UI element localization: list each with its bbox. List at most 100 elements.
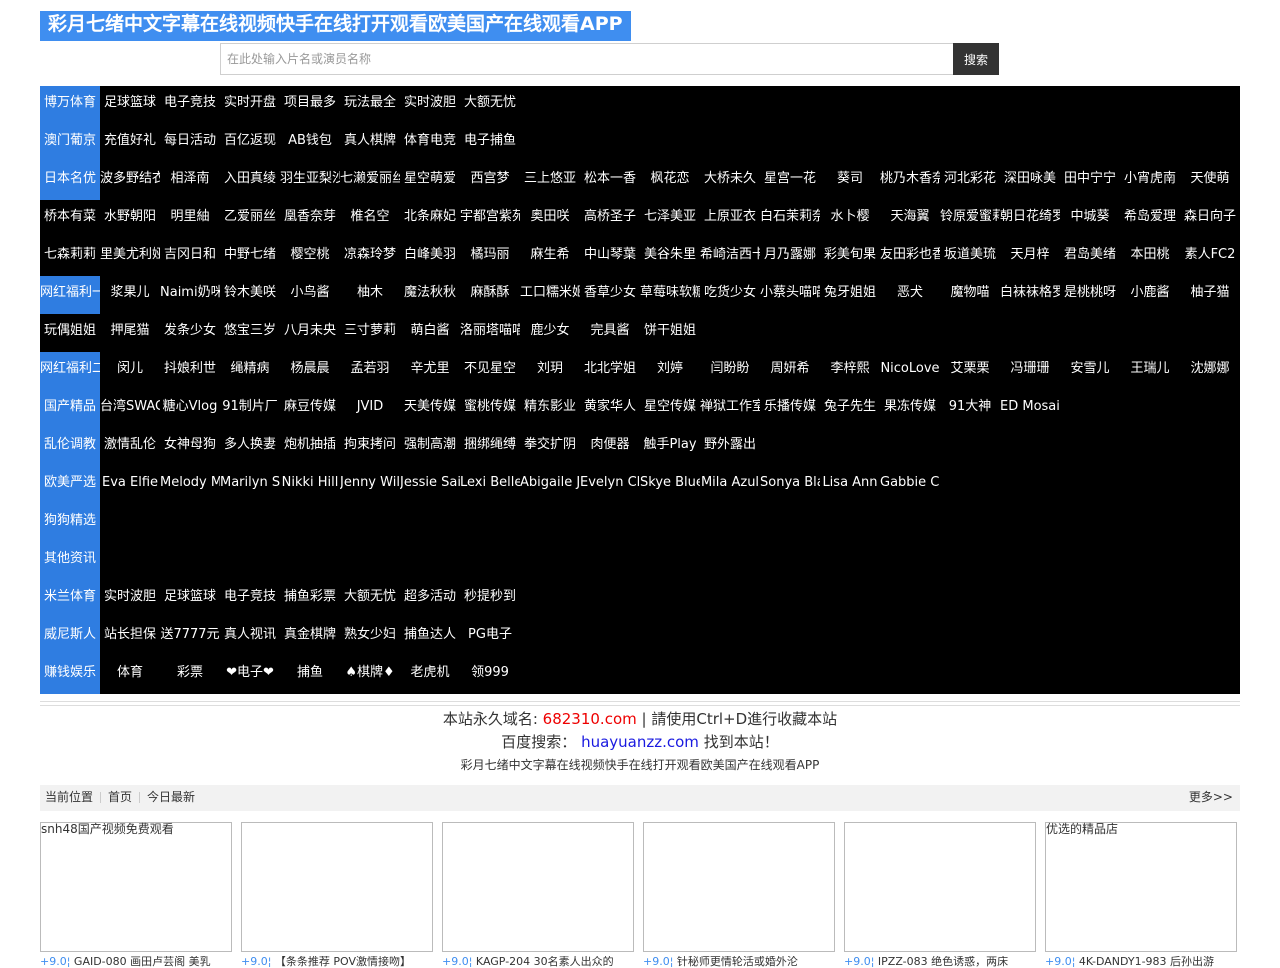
video-thumbnail[interactable]: 优选的精品店	[1045, 822, 1237, 952]
nav-category-label[interactable]: 日本名优	[40, 162, 100, 200]
nav-link[interactable]: 真人棋牌	[340, 124, 400, 162]
nav-category-label[interactable]: 米兰体育	[40, 580, 100, 618]
nav-link[interactable]: 中城葵	[1060, 200, 1120, 238]
nav-link[interactable]: 91大神	[940, 390, 1000, 428]
nav-link[interactable]: ❤电子❤	[220, 656, 280, 694]
nav-link[interactable]: 麻豆传媒	[280, 390, 340, 428]
nav-category-label[interactable]: 网红福利一	[40, 276, 100, 314]
nav-link[interactable]: 每日活动	[160, 124, 220, 162]
nav-category-label[interactable]: 乱伦调教	[40, 428, 100, 466]
nav-link[interactable]: 田中宁宁	[1060, 162, 1120, 200]
nav-link[interactable]: 森日向子	[1180, 200, 1240, 238]
nav-link[interactable]: 不见星空	[460, 352, 520, 390]
nav-link[interactable]: 站长担保	[100, 618, 160, 656]
nav-link[interactable]: 三上悠亚	[520, 162, 580, 200]
nav-link[interactable]: Jessie Saint	[400, 466, 460, 504]
nav-link[interactable]: 多人换妻	[220, 428, 280, 466]
nav-link[interactable]: 七濑爱丽丝	[340, 162, 400, 200]
nav-link[interactable]: 实时开盘	[220, 86, 280, 124]
nav-link[interactable]: 捆绑绳缚	[460, 428, 520, 466]
nav-link[interactable]: 七森莉莉	[40, 238, 100, 276]
video-thumbnail[interactable]	[241, 822, 433, 952]
nav-link[interactable]: Eva Elfie	[100, 466, 160, 504]
nav-link[interactable]: 天使萌	[1180, 162, 1240, 200]
nav-link[interactable]: 小鹿酱	[1120, 276, 1180, 314]
nav-link[interactable]: 黄家华人	[580, 390, 640, 428]
nav-link[interactable]: 天海翼	[880, 200, 940, 238]
nav-link[interactable]: 艾栗栗	[940, 352, 1000, 390]
nav-link[interactable]: 铃木美咲	[220, 276, 280, 314]
nav-link[interactable]: 老虎机	[400, 656, 460, 694]
nav-link[interactable]: 希崎洁西卡	[700, 238, 760, 276]
nav-link[interactable]: 果冻传媒	[880, 390, 940, 428]
nav-link[interactable]: 高桥圣子	[580, 200, 640, 238]
nav-link[interactable]: Naimi奶咪	[160, 276, 220, 314]
permanent-domain-link[interactable]: 682310.com	[543, 710, 637, 728]
nav-category-label[interactable]: 博万体育	[40, 86, 100, 124]
nav-link[interactable]: 领999	[460, 656, 520, 694]
nav-link[interactable]: Skye Blue	[640, 466, 700, 504]
video-thumbnail[interactable]	[643, 822, 835, 952]
nav-category-label[interactable]: 赚钱娱乐	[40, 656, 100, 694]
nav-link[interactable]: Nikki Hill	[280, 466, 340, 504]
nav-link[interactable]: 强制高潮	[400, 428, 460, 466]
nav-link[interactable]: Lisa Ann	[820, 466, 880, 504]
nav-link[interactable]: 大额无忧	[460, 86, 520, 124]
nav-category-label[interactable]: 网红福利二	[40, 352, 100, 390]
nav-link[interactable]: 浆果儿	[100, 276, 160, 314]
nav-link[interactable]: 中野七绪	[220, 238, 280, 276]
nav-link[interactable]: 冯珊珊	[1000, 352, 1060, 390]
video-caption[interactable]: +9.0¦ IPZZ-083 绝色诱惑，两床	[844, 956, 1044, 968]
nav-link[interactable]: 草莓味软糖	[640, 276, 700, 314]
nav-link[interactable]: 白石茉莉奈	[760, 200, 820, 238]
nav-link[interactable]: 送7777元	[160, 618, 220, 656]
baidu-domain-link[interactable]: huayuanzz.com	[581, 733, 699, 751]
nav-link[interactable]: 里美尤利娅	[100, 238, 160, 276]
nav-link[interactable]: 饼干姐姐	[640, 314, 700, 352]
nav-link[interactable]: 周妍希	[760, 352, 820, 390]
nav-link[interactable]: 乐播传媒	[760, 390, 820, 428]
nav-link[interactable]: 鹿少女	[520, 314, 580, 352]
nav-link[interactable]: 月乃露娜	[760, 238, 820, 276]
nav-link[interactable]: 乙爱丽丝	[220, 200, 280, 238]
nav-link[interactable]: Gabbie Carter	[880, 466, 940, 504]
nav-link[interactable]: 入田真绫	[220, 162, 280, 200]
nav-link[interactable]: 兔子先生	[820, 390, 880, 428]
nav-link[interactable]: 台湾SWAG	[100, 390, 160, 428]
nav-link[interactable]: 深田咏美	[1000, 162, 1060, 200]
nav-link[interactable]: 香草少女	[580, 276, 640, 314]
nav-link[interactable]: 闫盼盼	[700, 352, 760, 390]
nav-link[interactable]: 拘束拷问	[340, 428, 400, 466]
nav-link[interactable]: 糖心Vlog	[160, 390, 220, 428]
nav-link[interactable]: 萌白酱	[400, 314, 460, 352]
nav-link[interactable]: 体育	[100, 656, 160, 694]
nav-category-label[interactable]: 欧美严选	[40, 466, 100, 504]
nav-link[interactable]: 沈娜娜	[1180, 352, 1240, 390]
nav-category-label[interactable]: 狗狗精选	[40, 504, 100, 542]
nav-link[interactable]: 椎名空	[340, 200, 400, 238]
nav-link[interactable]: 是桃桃呀	[1060, 276, 1120, 314]
nav-link[interactable]: 秒提秒到	[460, 580, 520, 618]
nav-link[interactable]: 充值好礼	[100, 124, 160, 162]
nav-link[interactable]: 真人视讯	[220, 618, 280, 656]
nav-link[interactable]: 蜜桃传媒	[460, 390, 520, 428]
nav-link[interactable]: 北北学姐	[580, 352, 640, 390]
nav-link[interactable]: Abigaile Johnson	[520, 466, 580, 504]
nav-link[interactable]: 小蔡头喵喵	[760, 276, 820, 314]
nav-link[interactable]: 枫花恋	[640, 162, 700, 200]
nav-link[interactable]: 吉冈日和	[160, 238, 220, 276]
nav-link[interactable]: 羽生亚梨沙	[280, 162, 340, 200]
nav-link[interactable]: 闵儿	[100, 352, 160, 390]
nav-link[interactable]: 捕鱼彩票	[280, 580, 340, 618]
nav-link[interactable]: 桃乃木香奈	[880, 162, 940, 200]
nav-link[interactable]: 柚子猫	[1180, 276, 1240, 314]
nav-link[interactable]: 大额无忧	[340, 580, 400, 618]
nav-link[interactable]: 孟若羽	[340, 352, 400, 390]
nav-link[interactable]: 三寸萝莉	[340, 314, 400, 352]
nav-link[interactable]: 小鸟酱	[280, 276, 340, 314]
nav-link[interactable]: 桥本有菜	[40, 200, 100, 238]
nav-category-label[interactable]: 威尼斯人	[40, 618, 100, 656]
nav-link[interactable]: 玩法最全	[340, 86, 400, 124]
nav-link[interactable]: 白峰美羽	[400, 238, 460, 276]
nav-link[interactable]: 李梓熙	[820, 352, 880, 390]
